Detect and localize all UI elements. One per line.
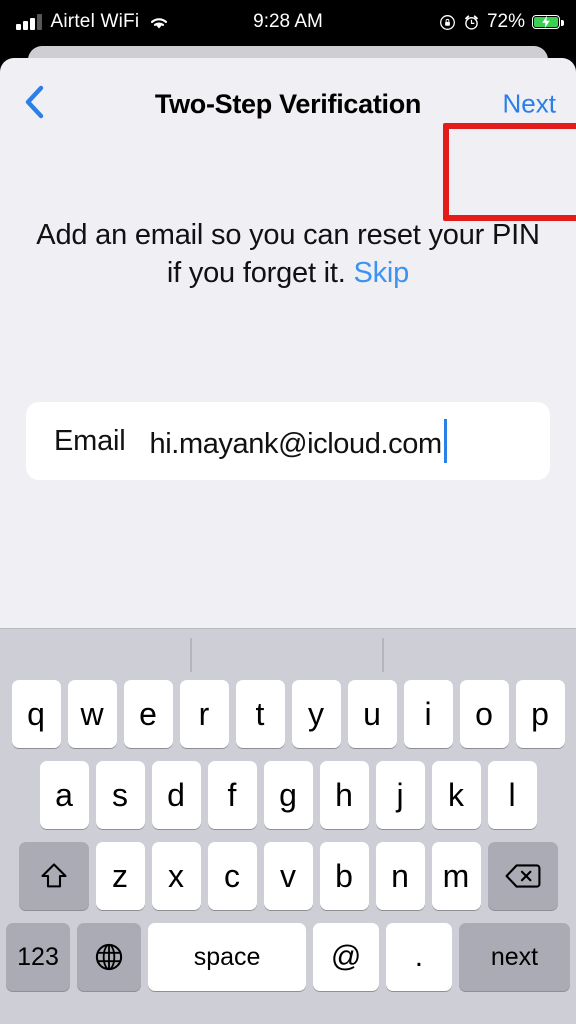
alarm-clock-icon — [463, 14, 480, 31]
description-text: Add an email so you can reset your PIN i… — [0, 216, 576, 293]
keyboard-row-2: a s d f g h j k l — [0, 761, 576, 829]
status-bar-left: Airtel WiFi — [16, 11, 170, 33]
key-g[interactable]: g — [263, 761, 313, 829]
key-r[interactable]: r — [179, 680, 229, 748]
keyboard-row-3: z x c v b n m — [0, 842, 576, 910]
key-m[interactable]: m — [431, 842, 481, 910]
key-h[interactable]: h — [319, 761, 369, 829]
text-cursor — [443, 419, 447, 463]
skip-link[interactable]: Skip — [353, 257, 409, 289]
backspace-delete-icon — [505, 863, 541, 889]
battery-percent-label: 72% — [486, 11, 525, 32]
key-k[interactable]: k — [431, 761, 481, 829]
email-input-value[interactable]: hi.mayank@icloud.com — [150, 419, 447, 463]
battery-charging-icon — [532, 15, 564, 29]
keyboard-row-4: 123 space @ . next — [0, 923, 576, 991]
key-t[interactable]: t — [235, 680, 285, 748]
status-bar: Airtel WiFi 9:28 AM 72% — [0, 0, 576, 44]
description-line-1: Add an email so you can reset your — [36, 219, 492, 251]
prediction-divider-1 — [190, 638, 192, 672]
email-label: Email — [54, 424, 126, 457]
navigation-bar: Two-Step Verification Next — [0, 58, 576, 150]
key-j[interactable]: j — [375, 761, 425, 829]
key-i[interactable]: i — [403, 680, 453, 748]
page-title: Two-Step Verification — [154, 88, 422, 119]
key-s[interactable]: s — [95, 761, 145, 829]
key-n[interactable]: n — [375, 842, 425, 910]
email-field[interactable]: Email hi.mayank@icloud.com — [26, 402, 550, 480]
backspace-key[interactable] — [487, 842, 558, 910]
key-d[interactable]: d — [151, 761, 201, 829]
keyboard-row-1: q w e r t y u i o p — [0, 680, 576, 748]
status-bar-right: 72% — [439, 11, 564, 33]
email-input-text: hi.mayank@icloud.com — [149, 428, 443, 460]
modal-screen: Two-Step Verification Next Add an email … — [0, 58, 576, 1024]
shift-key[interactable] — [18, 842, 89, 910]
at-key[interactable]: @ — [313, 923, 380, 991]
space-key[interactable]: space — [148, 923, 307, 991]
key-o[interactable]: o — [459, 680, 509, 748]
period-key[interactable]: . — [386, 923, 452, 991]
key-a[interactable]: a — [39, 761, 89, 829]
key-x[interactable]: x — [151, 842, 201, 910]
wifi-icon — [148, 14, 170, 31]
key-u[interactable]: u — [347, 680, 397, 748]
key-q[interactable]: q — [11, 680, 61, 748]
key-p[interactable]: p — [515, 680, 565, 748]
key-v[interactable]: v — [263, 842, 313, 910]
key-z[interactable]: z — [95, 842, 145, 910]
key-w[interactable]: w — [67, 680, 117, 748]
key-b[interactable]: b — [319, 842, 369, 910]
globe-icon — [94, 942, 124, 972]
carrier-label: Airtel WiFi — [50, 11, 140, 32]
rotation-lock-icon — [439, 14, 456, 31]
prediction-divider-2 — [382, 638, 384, 672]
key-l[interactable]: l — [487, 761, 537, 829]
shift-arrow-icon — [39, 861, 69, 891]
predictive-text-bar[interactable] — [0, 628, 576, 680]
onscreen-keyboard: q w e r t y u i o p a s d f g h j k l z … — [0, 628, 576, 1024]
next-button[interactable]: Next — [503, 89, 556, 120]
globe-key[interactable] — [77, 923, 141, 991]
key-c[interactable]: c — [207, 842, 257, 910]
key-y[interactable]: y — [291, 680, 341, 748]
return-next-key[interactable]: next — [458, 923, 570, 991]
signal-bars-icon — [16, 14, 42, 30]
key-e[interactable]: e — [123, 680, 173, 748]
numbers-key[interactable]: 123 — [6, 923, 70, 991]
key-f[interactable]: f — [207, 761, 257, 829]
